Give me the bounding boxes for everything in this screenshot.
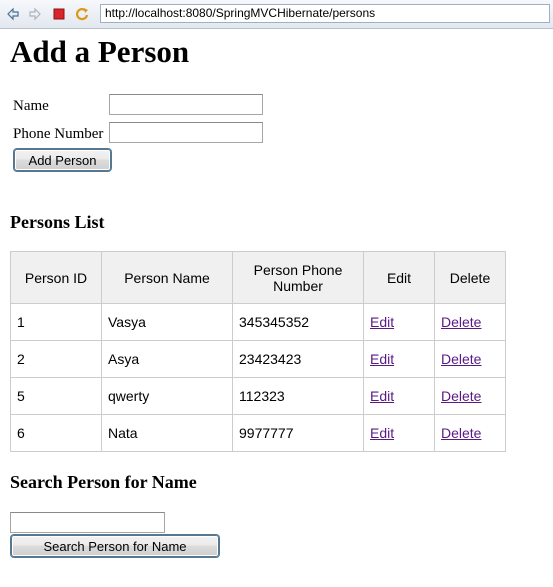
cell-name: Nata: [101, 414, 233, 452]
cell-id: 6: [10, 414, 102, 452]
column-header-phone: Person Phone Number: [232, 251, 364, 304]
back-icon[interactable]: [5, 6, 21, 22]
address-bar[interactable]: http://localhost:8080/SpringMVCHibernate…: [100, 4, 550, 23]
delete-link[interactable]: Delete: [441, 314, 481, 330]
edit-link[interactable]: Edit: [370, 351, 394, 367]
delete-link[interactable]: Delete: [441, 351, 481, 367]
search-heading: Search Person for Name: [10, 472, 197, 492]
edit-link[interactable]: Edit: [370, 388, 394, 404]
search-person-button[interactable]: Search Person for Name: [11, 535, 219, 557]
table-row: 5 qwerty 112323 Edit Delete: [10, 377, 506, 415]
delete-link[interactable]: Delete: [441, 425, 481, 441]
cell-id: 2: [10, 340, 102, 378]
column-header-edit: Edit: [363, 251, 435, 304]
search-input[interactable]: [10, 512, 165, 533]
phone-label: Phone Number: [13, 126, 104, 142]
page-title: Add a Person: [10, 34, 190, 69]
cell-phone: 112323: [232, 377, 364, 415]
table-row: 6 Nata 9977777 Edit Delete: [10, 414, 506, 452]
add-person-button[interactable]: Add Person: [14, 149, 111, 171]
phone-input[interactable]: [109, 122, 263, 143]
cell-name: Vasya: [101, 303, 233, 341]
delete-link[interactable]: Delete: [441, 388, 481, 404]
column-header-id: Person ID: [10, 251, 102, 304]
cell-name: qwerty: [101, 377, 233, 415]
cell-name: Asya: [101, 340, 233, 378]
name-label: Name: [13, 98, 49, 114]
name-input[interactable]: [109, 94, 263, 115]
stop-icon[interactable]: [51, 6, 67, 22]
column-header-name: Person Name: [101, 251, 233, 304]
table-row: 2 Asya 23423423 Edit Delete: [10, 340, 506, 378]
cell-phone: 9977777: [232, 414, 364, 452]
cell-id: 5: [10, 377, 102, 415]
edit-link[interactable]: Edit: [370, 314, 394, 330]
refresh-icon[interactable]: [74, 6, 90, 22]
table-header-row: Person ID Person Name Person Phone Numbe…: [10, 251, 506, 304]
cell-phone: 345345352: [232, 303, 364, 341]
persons-list-heading: Persons List: [10, 212, 105, 232]
table-row: 1 Vasya 345345352 Edit Delete: [10, 303, 506, 341]
persons-table: Person ID Person Name Person Phone Numbe…: [10, 251, 506, 452]
browser-toolbar: http://localhost:8080/SpringMVCHibernate…: [0, 0, 553, 29]
cell-id: 1: [10, 303, 102, 341]
cell-phone: 23423423: [232, 340, 364, 378]
edit-link[interactable]: Edit: [370, 425, 394, 441]
forward-icon[interactable]: [27, 6, 43, 22]
column-header-delete: Delete: [434, 251, 506, 304]
